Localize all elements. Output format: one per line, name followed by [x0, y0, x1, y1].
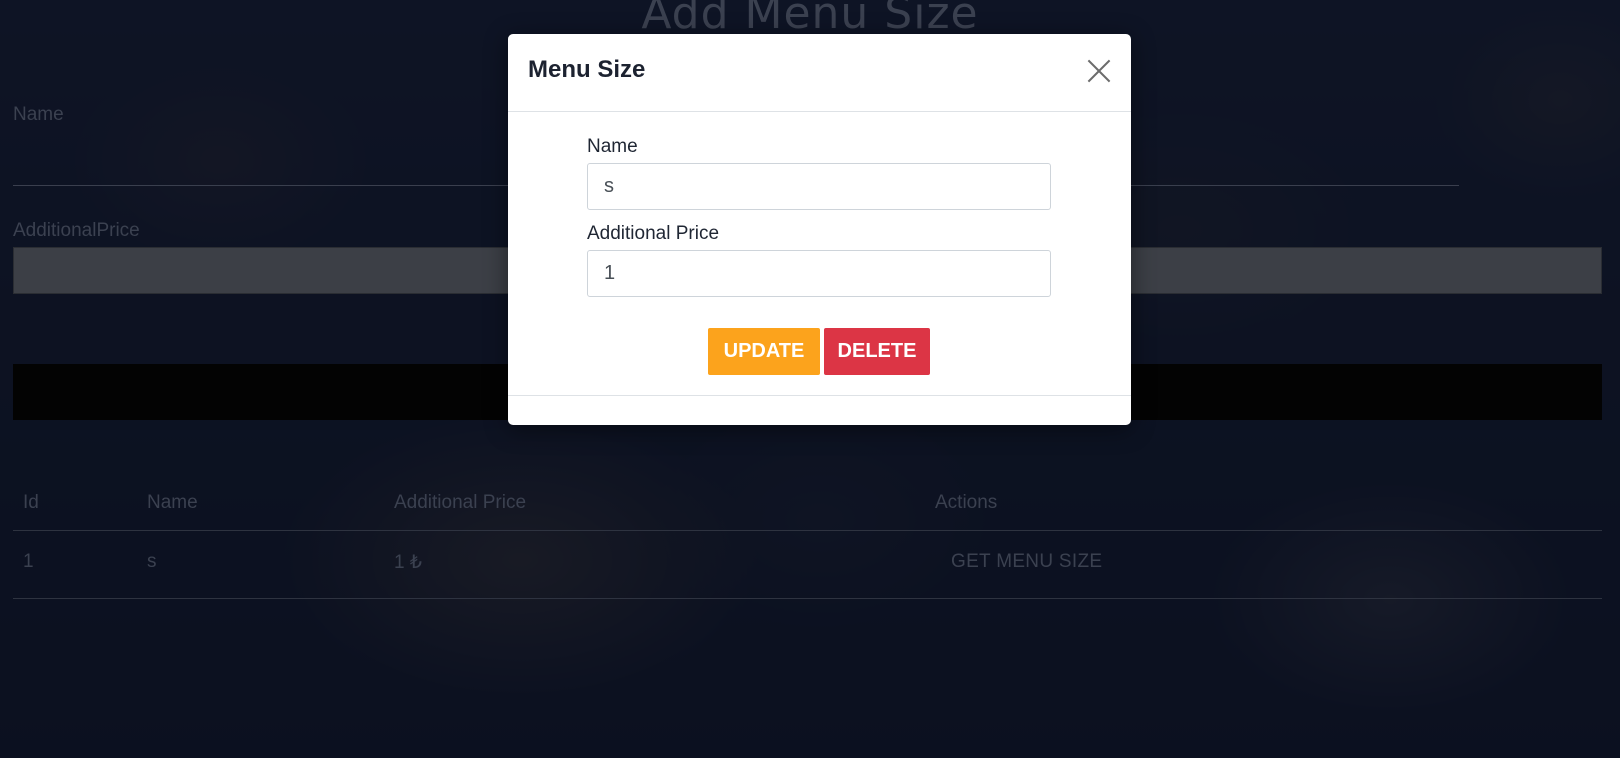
- modal-additional-price-input[interactable]: [587, 250, 1051, 297]
- table-divider: [13, 530, 1602, 531]
- column-header-id: Id: [23, 492, 39, 513]
- get-menu-size-button: GET MENU SIZE: [951, 551, 1103, 572]
- modal-title: Menu Size: [528, 56, 646, 83]
- modal-header: Menu Size: [508, 34, 1131, 112]
- column-header-additional-price: Additional Price: [394, 492, 527, 513]
- modal-footer: [508, 395, 1131, 396]
- additional-price-field-label: AdditionalPrice: [13, 220, 140, 241]
- table-cell-name: s: [147, 551, 157, 572]
- modal-name-label: Name: [587, 136, 638, 157]
- close-icon[interactable]: [1086, 58, 1112, 84]
- update-button[interactable]: UPDATE: [708, 328, 820, 375]
- table-cell-additional-price: 1 ₺: [394, 552, 422, 573]
- table-cell-id: 1: [23, 551, 34, 572]
- menu-size-modal: Menu Size Name Additional Price UPDATE D…: [508, 34, 1131, 425]
- modal-name-input[interactable]: [587, 163, 1051, 210]
- delete-button[interactable]: DELETE: [824, 328, 930, 375]
- column-header-actions: Actions: [935, 492, 998, 513]
- name-field-label: Name: [13, 104, 64, 125]
- modal-additional-price-label: Additional Price: [587, 223, 720, 244]
- table-divider: [13, 598, 1602, 599]
- column-header-name: Name: [147, 492, 198, 513]
